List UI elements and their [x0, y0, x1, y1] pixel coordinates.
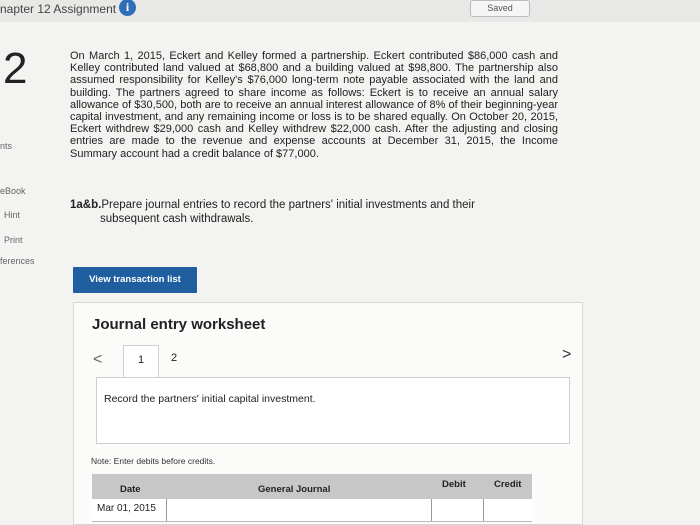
record-instruction-box: [96, 377, 570, 444]
table-header: Date General Journal Debit Credit: [92, 474, 532, 499]
column-date: Date: [120, 484, 141, 495]
column-credit: Credit: [494, 479, 522, 490]
assignment-title: napter 12 Assignment: [0, 2, 117, 16]
table-row: Mar 01, 2015: [92, 499, 532, 522]
tab-2[interactable]: 2: [171, 352, 177, 364]
chevron-right-icon[interactable]: >: [562, 346, 571, 364]
saved-status: Saved: [470, 0, 530, 17]
question-number: 2: [3, 44, 28, 93]
view-transaction-list-button[interactable]: View transaction list: [73, 267, 197, 293]
tab-1[interactable]: 1: [123, 345, 159, 378]
column-divider: [166, 499, 167, 521]
instruction: 1a&b.Prepare journal entries to record t…: [70, 198, 540, 226]
column-divider: [483, 499, 484, 521]
instruction-line1: Prepare journal entries to record the pa…: [101, 199, 475, 211]
problem-text: On March 1, 2015, Eckert and Kelley form…: [70, 50, 558, 160]
instruction-line2: subsequent cash withdrawals.: [100, 213, 254, 225]
debits-note: Note: Enter debits before credits.: [91, 456, 216, 466]
sidebar-item-print[interactable]: Print: [4, 235, 23, 245]
column-debit: Debit: [442, 479, 466, 490]
column-general-journal: General Journal: [258, 484, 331, 495]
chevron-left-icon[interactable]: <: [93, 351, 102, 369]
date-cell[interactable]: Mar 01, 2015: [97, 503, 156, 514]
sidebar-item-references[interactable]: ferences: [0, 256, 35, 266]
record-instruction-text: Record the partners' initial capital inv…: [104, 393, 316, 405]
instruction-prefix: 1a&b.: [70, 199, 102, 211]
sidebar-item-hint[interactable]: Hint: [4, 210, 20, 220]
column-divider: [431, 499, 432, 521]
worksheet-title: Journal entry worksheet: [92, 316, 266, 333]
sidebar-item-ebook[interactable]: eBook: [0, 186, 26, 196]
sidebar-item-points: nts: [0, 141, 13, 151]
